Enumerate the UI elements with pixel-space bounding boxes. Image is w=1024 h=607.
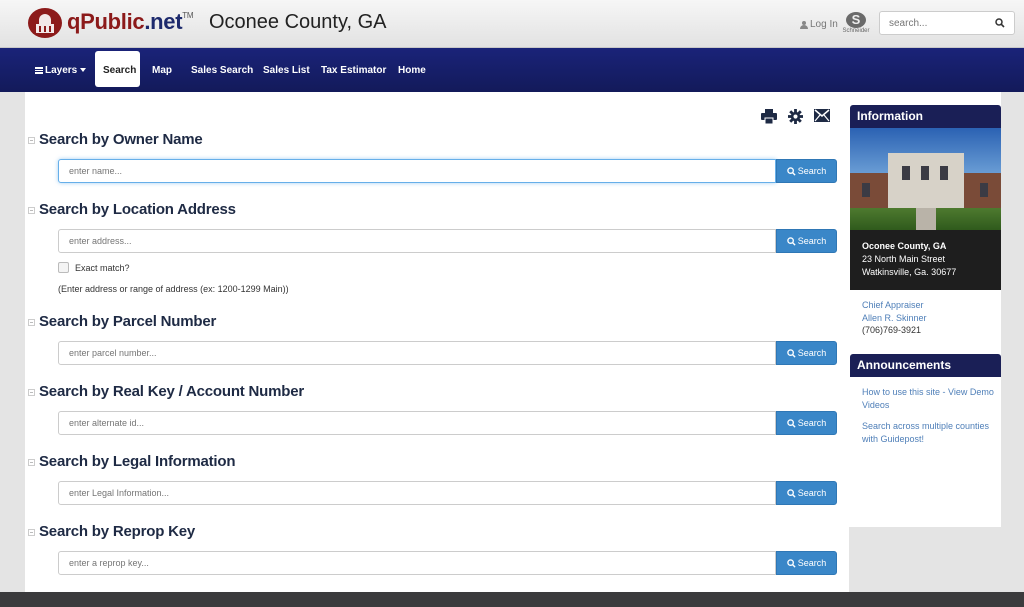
alternate-id-input[interactable] bbox=[58, 411, 776, 435]
search-icon bbox=[786, 488, 796, 498]
collapse-toggle-icon[interactable] bbox=[28, 319, 35, 326]
legal-search-button[interactable]: Search bbox=[776, 481, 837, 505]
page-tools bbox=[761, 109, 830, 129]
search-icon[interactable] bbox=[995, 18, 1005, 28]
layers-icon bbox=[35, 66, 43, 74]
announcement-guidepost-link[interactable]: Search across multiple counties with Gui… bbox=[862, 420, 997, 446]
capitol-logo-icon[interactable] bbox=[28, 8, 62, 38]
office-name: Oconee County, GA bbox=[862, 241, 947, 251]
collapse-toggle-icon[interactable] bbox=[28, 459, 35, 466]
courthouse-photo bbox=[850, 128, 1001, 230]
caret-down-icon bbox=[80, 68, 87, 73]
nav-sales-list[interactable]: Sales List bbox=[263, 51, 310, 87]
login-label: Log In bbox=[810, 19, 838, 30]
envelope-icon[interactable] bbox=[814, 109, 830, 129]
collapse-toggle-icon[interactable] bbox=[28, 137, 35, 144]
section-title-legal: Search by Legal Information bbox=[28, 453, 236, 470]
global-search-box bbox=[879, 11, 1015, 35]
address-input[interactable] bbox=[58, 229, 776, 253]
search-icon bbox=[786, 418, 796, 428]
office-city: Watkinsville, Ga. 30677 bbox=[862, 267, 957, 277]
announcements-header: Announcements bbox=[850, 354, 1001, 377]
section-title-address: Search by Location Address bbox=[28, 201, 236, 218]
nav-map[interactable]: Map bbox=[152, 51, 172, 87]
office-phone: (706)769-3921 bbox=[862, 325, 922, 335]
county-title: Oconee County, GA bbox=[209, 11, 387, 33]
gear-icon[interactable] bbox=[788, 109, 803, 129]
parcel-search-button[interactable]: Search bbox=[776, 341, 837, 365]
legal-information-input[interactable] bbox=[58, 481, 776, 505]
section-title-realkey: Search by Real Key / Account Number bbox=[28, 383, 304, 400]
partner-logo-text: Schneider bbox=[842, 28, 870, 34]
schneider-logo[interactable]: S Schneider bbox=[840, 12, 872, 38]
exact-match-checkbox[interactable] bbox=[58, 262, 69, 273]
user-icon bbox=[800, 20, 808, 29]
search-icon bbox=[786, 558, 796, 568]
exact-match-label: Exact match? bbox=[75, 263, 130, 273]
footer bbox=[0, 592, 1024, 607]
address-hint: (Enter address or range of address (ex: … bbox=[58, 284, 289, 294]
announcement-demo-videos-link[interactable]: How to use this site - View Demo Videos bbox=[862, 386, 997, 412]
top-header: qPublic.netTM Oconee County, GA Log In S… bbox=[0, 0, 1024, 48]
realkey-search-button[interactable]: Search bbox=[776, 411, 837, 435]
section-title-reprop: Search by Reprop Key bbox=[28, 523, 195, 540]
print-icon[interactable] bbox=[761, 109, 777, 129]
nav-search[interactable]: Search bbox=[95, 51, 140, 87]
main-nav: Layers Search Map Sales Search Sales Lis… bbox=[0, 48, 1024, 92]
reprop-key-input[interactable] bbox=[58, 551, 776, 575]
information-header: Information bbox=[850, 105, 1001, 128]
parcel-number-input[interactable] bbox=[58, 341, 776, 365]
global-search-input[interactable] bbox=[880, 12, 990, 34]
section-title-owner: Search by Owner Name bbox=[28, 131, 203, 148]
nav-tax-estimator[interactable]: Tax Estimator bbox=[321, 51, 386, 87]
nav-sales-search[interactable]: Sales Search bbox=[191, 51, 253, 87]
nav-home[interactable]: Home bbox=[398, 51, 426, 87]
collapse-toggle-icon[interactable] bbox=[28, 529, 35, 536]
office-address: Oconee County, GA 23 North Main Street W… bbox=[850, 230, 1001, 290]
brand-logo[interactable]: qPublic.netTM bbox=[67, 9, 194, 35]
section-title-parcel: Search by Parcel Number bbox=[28, 313, 216, 330]
collapse-toggle-icon[interactable] bbox=[28, 389, 35, 396]
office-street: 23 North Main Street bbox=[862, 254, 946, 264]
search-icon bbox=[786, 236, 796, 246]
address-search-button[interactable]: Search bbox=[776, 229, 837, 253]
search-icon bbox=[786, 166, 796, 176]
reprop-search-button[interactable]: Search bbox=[776, 551, 837, 575]
nav-layers[interactable]: Layers bbox=[35, 51, 87, 87]
search-icon bbox=[786, 348, 796, 358]
collapse-toggle-icon[interactable] bbox=[28, 207, 35, 214]
login-link[interactable]: Log In bbox=[800, 19, 838, 30]
owner-name-input[interactable] bbox=[58, 159, 776, 183]
owner-search-button[interactable]: Search bbox=[776, 159, 837, 183]
chief-appraiser-link[interactable]: Chief Appraiser bbox=[862, 299, 924, 312]
appraiser-name-link[interactable]: Allen R. Skinner bbox=[862, 312, 927, 325]
